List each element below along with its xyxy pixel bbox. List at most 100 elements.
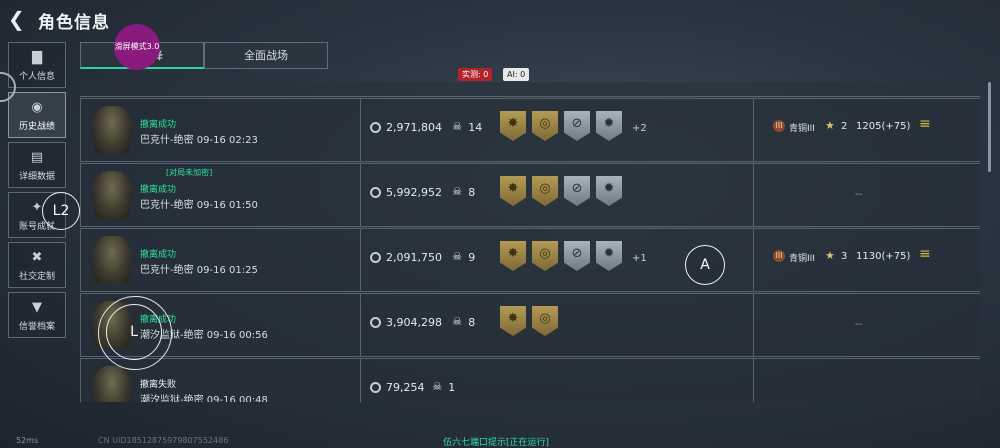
shield-icon: ▼ — [32, 300, 42, 315]
result-text: 撤离成功 — [140, 250, 177, 260]
table-row[interactable]: 撤离成功 巴克什-绝密 09-16 02:23 2,971,804 ☠ 14 ✸ ◎ ⊘ ✹ +2… — [80, 98, 980, 162]
sidebar-item-credit[interactable]: ▼ 信誉档案 — [8, 292, 66, 338]
gold-medal-icon[interactable]: ✸ — [500, 241, 526, 271]
medal-group: ✸ ◎ ⊘ ✹ — [500, 111, 628, 145]
kill-count: 8 — [468, 186, 476, 199]
money-value: 2,091,750 — [386, 251, 442, 264]
gold-medal-icon[interactable]: ◎ — [532, 111, 558, 141]
page-title: 角色信息 — [38, 13, 110, 33]
map-time-text: 潮汐监狱-绝密 09-16 00:48 — [140, 391, 268, 402]
rank-emblem-icon: III — [773, 120, 785, 132]
gold-medal-icon[interactable]: ✸ — [500, 306, 526, 336]
gold-medal-icon[interactable]: ✸ — [500, 111, 526, 141]
hot-count-badge: 实测: 0 — [458, 68, 493, 81]
star-icon: ★ — [825, 119, 835, 132]
kill-count: 8 — [468, 316, 476, 329]
column-divider — [753, 229, 754, 291]
money-value: 2,971,804 — [386, 121, 442, 134]
rank-level: 3 — [841, 251, 848, 262]
match-time: 09-16 00:48 — [206, 395, 268, 402]
rank-level: 2 — [841, 121, 848, 132]
match-history-list: 撤离成功 巴克什-绝密 09-16 02:23 2,971,804 ☠ 14 ✸ ◎ ⊘ ✹ +2… — [80, 82, 980, 402]
match-time: 09-16 01:25 — [196, 265, 258, 276]
ai-count-badge: AI: 0 — [503, 68, 530, 81]
silver-medal-icon[interactable]: ✹ — [596, 241, 622, 271]
table-row[interactable]: [对局未加密] 撤离成功 巴克什-绝密 09-16 01:50 5,992,952 ☠ 8… — [80, 163, 980, 227]
skull-icon: ☠ — [452, 315, 463, 328]
sidebar-item-details[interactable]: ▤ 详细数据 — [8, 142, 66, 188]
rank-name: 青铜III — [789, 254, 815, 264]
chevron-rank-icon: ≡ — [919, 246, 931, 262]
rank-score: 1130(+75) — [856, 251, 911, 262]
avatar — [93, 236, 131, 284]
rank-score: 1205(+75) — [856, 121, 911, 132]
table-row[interactable]: 撤离失败 潮汐监狱-绝密 09-16 00:48 79,254 ☠ 1 — [80, 358, 980, 402]
column-divider — [753, 359, 754, 402]
silver-medal-icon[interactable]: ⊘ — [564, 176, 590, 206]
bar-chart-icon: ▇ — [32, 50, 42, 65]
folder-icon: ▤ — [30, 150, 44, 165]
coin-icon — [370, 122, 381, 133]
sidebar-item-label: 详细数据 — [18, 172, 55, 182]
sidebar-item-label: 信誉档案 — [18, 322, 55, 332]
skull-icon: ☠ — [432, 380, 443, 393]
tab-full-battlefield[interactable]: 全面战场 — [204, 42, 328, 69]
sidebar-item-profile[interactable]: ▇ 个人信息 — [8, 42, 66, 88]
skull-icon: ☠ — [452, 250, 463, 263]
avatar — [93, 106, 131, 154]
rank-name: 青铜III — [789, 124, 815, 134]
silver-medal-icon[interactable]: ⊘ — [564, 111, 590, 141]
map-name: 巴克什-绝密 — [140, 265, 194, 276]
sidebar-item-label: 历史战绩 — [18, 122, 55, 132]
gold-medal-icon[interactable]: ◎ — [532, 306, 558, 336]
kill-count: 14 — [468, 121, 483, 134]
touch-mode-button[interactable]: 滑屏模式3.0 — [114, 24, 160, 70]
map-time-text: 巴克什-绝密 09-16 01:50 — [140, 196, 258, 211]
map-time-text: 巴克什-绝密 09-16 02:23 — [140, 131, 258, 146]
tab-label: 全面战场 — [244, 49, 288, 62]
unencrypted-tag: [对局未加密] — [166, 168, 213, 177]
match-time: 09-16 00:56 — [206, 330, 268, 341]
column-divider — [753, 164, 754, 226]
kill-count: 9 — [468, 251, 476, 264]
gold-medal-icon[interactable]: ◎ — [532, 176, 558, 206]
port-status-text: 伍六七端口提示[正在运行] — [443, 438, 550, 448]
silver-medal-icon[interactable]: ✹ — [596, 176, 622, 206]
joystick-l[interactable]: L — [106, 304, 162, 360]
sidebar-item-label: 个人信息 — [18, 72, 55, 82]
sidebar-item-social[interactable]: ✖ 社交定制 — [8, 242, 66, 288]
skull-icon: ☠ — [452, 185, 463, 198]
result-text: 撤离成功 — [140, 185, 177, 195]
silver-medal-icon[interactable]: ✹ — [596, 111, 622, 141]
silver-medal-icon[interactable]: ⊘ — [564, 241, 590, 271]
map-name: 巴克什-绝密 — [140, 135, 194, 146]
gold-medal-icon[interactable]: ◎ — [532, 241, 558, 271]
coin-icon — [370, 382, 381, 393]
table-row[interactable]: 撤离成功 潮汐监狱-绝密 09-16 00:56 3,904,298 ☠ 8 ✸ ◎ -- — [80, 293, 980, 357]
column-divider — [360, 294, 361, 356]
result-text: 撤离失败 — [140, 380, 177, 390]
star-icon: ★ — [825, 249, 835, 262]
medal-group: ✸ ◎ — [500, 306, 564, 340]
sidebar-item-label: 社交定制 — [18, 272, 55, 282]
l2-button[interactable]: L2 — [42, 192, 80, 230]
scrollbar[interactable] — [988, 82, 991, 172]
gold-medal-icon[interactable]: ✸ — [500, 176, 526, 206]
money-value: 5,992,952 — [386, 186, 442, 199]
coin-icon — [370, 317, 381, 328]
back-arrow-icon[interactable]: ❮ — [8, 8, 30, 30]
match-time: 09-16 02:23 — [196, 135, 258, 146]
result-text: 撤离成功 — [140, 120, 177, 130]
sidebar-item-history[interactable]: ◉ 历史战绩 — [8, 92, 66, 138]
match-time: 09-16 01:50 — [196, 200, 258, 211]
column-divider — [360, 99, 361, 161]
user-id-text: CN UID18512875979807552486 — [98, 436, 229, 445]
table-row[interactable]: 撤离成功 巴克什-绝密 09-16 01:25 2,091,750 ☠ 9 ✸ ◎ ⊘ ✹ +1 I… — [80, 228, 980, 292]
extra-medals-count[interactable]: +2 — [632, 123, 647, 134]
extra-medals-count[interactable]: +1 — [632, 253, 647, 264]
money-value: 79,254 — [386, 381, 425, 394]
ping-status: 52ms — [16, 436, 39, 445]
a-button[interactable]: A — [685, 245, 725, 285]
kill-count: 1 — [448, 381, 456, 394]
map-name: 巴克什-绝密 — [140, 200, 194, 211]
